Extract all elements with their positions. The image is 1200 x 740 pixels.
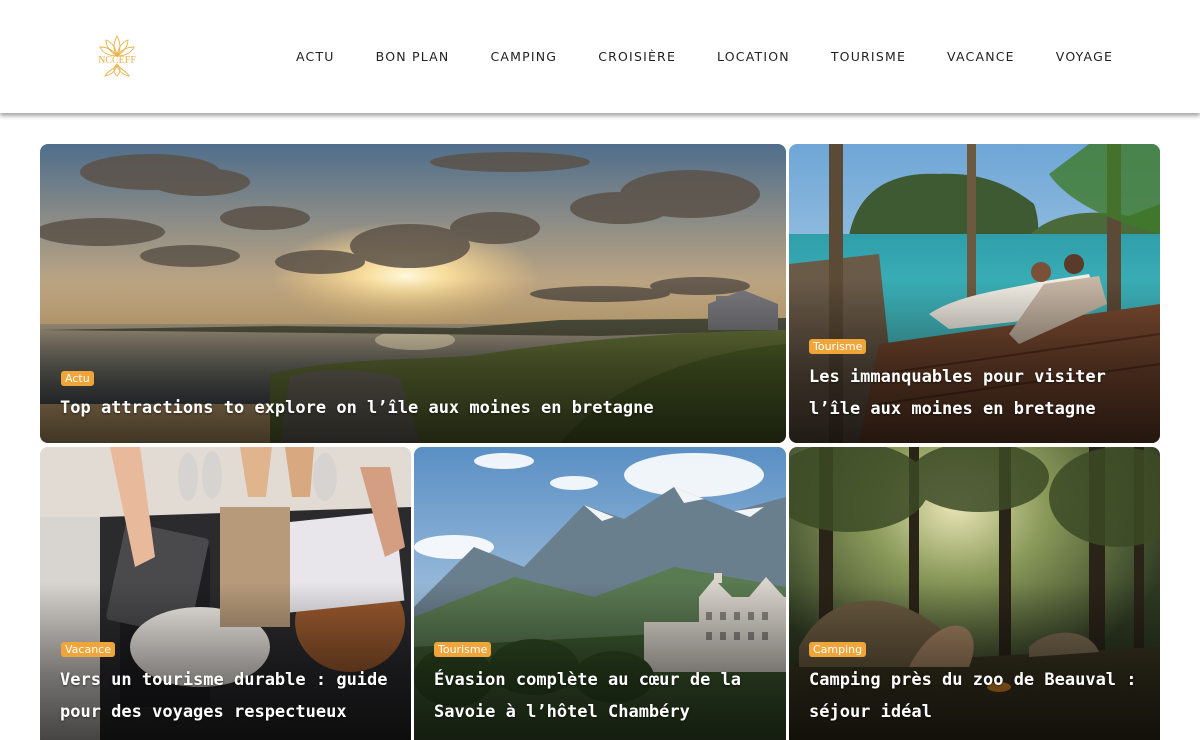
- article-title[interactable]: Évasion complète au cœur de la Savoie à …: [434, 664, 774, 728]
- article-card[interactable]: Tourisme Les immanquables pour visiter l…: [789, 144, 1160, 443]
- nav-item-tourisme[interactable]: TOURISME: [831, 49, 906, 64]
- article-title[interactable]: Vers un tourisme durable : guide pour de…: [60, 664, 400, 728]
- nav-item-location[interactable]: LOCATION: [717, 49, 790, 64]
- nav-item-actu[interactable]: ACTU: [296, 49, 335, 64]
- main-nav: ACTU BON PLAN CAMPING CROISIÈRE LOCATION…: [296, 47, 1113, 65]
- article-title[interactable]: Camping près du zoo de Beauval : séjour …: [809, 664, 1149, 728]
- category-badge[interactable]: Tourisme: [434, 642, 492, 657]
- site-logo[interactable]: NCCEFF: [88, 30, 146, 80]
- article-card-featured[interactable]: Actu Top attractions to explore on l’île…: [40, 144, 786, 443]
- article-card[interactable]: Camping Camping près du zoo de Beauval :…: [789, 447, 1160, 740]
- article-title[interactable]: Top attractions to explore on l’île aux …: [60, 392, 760, 424]
- category-badge[interactable]: Vacance: [61, 642, 115, 657]
- lotus-logo-icon: NCCEFF: [98, 34, 136, 77]
- nav-item-voyage[interactable]: VOYAGE: [1056, 49, 1113, 64]
- nav-item-vacance[interactable]: VACANCE: [947, 49, 1015, 64]
- svg-text:NCCEFF: NCCEFF: [98, 55, 136, 66]
- article-title[interactable]: Les immanquables pour visiter l’île aux …: [809, 361, 1149, 425]
- nav-item-croisiere[interactable]: CROISIÈRE: [598, 49, 676, 64]
- site-header: NCCEFF ACTU BON PLAN CAMPING CROISIÈRE L…: [0, 0, 1200, 113]
- article-card[interactable]: Vacance Vers un tourisme durable : guide…: [40, 447, 411, 740]
- nav-item-camping[interactable]: CAMPING: [490, 49, 557, 64]
- category-badge[interactable]: Tourisme: [809, 339, 867, 354]
- article-card[interactable]: Tourisme Évasion complète au cœur de la …: [414, 447, 786, 740]
- category-badge[interactable]: Camping: [809, 642, 867, 657]
- nav-item-bon-plan[interactable]: BON PLAN: [376, 49, 450, 64]
- category-badge[interactable]: Actu: [61, 371, 94, 386]
